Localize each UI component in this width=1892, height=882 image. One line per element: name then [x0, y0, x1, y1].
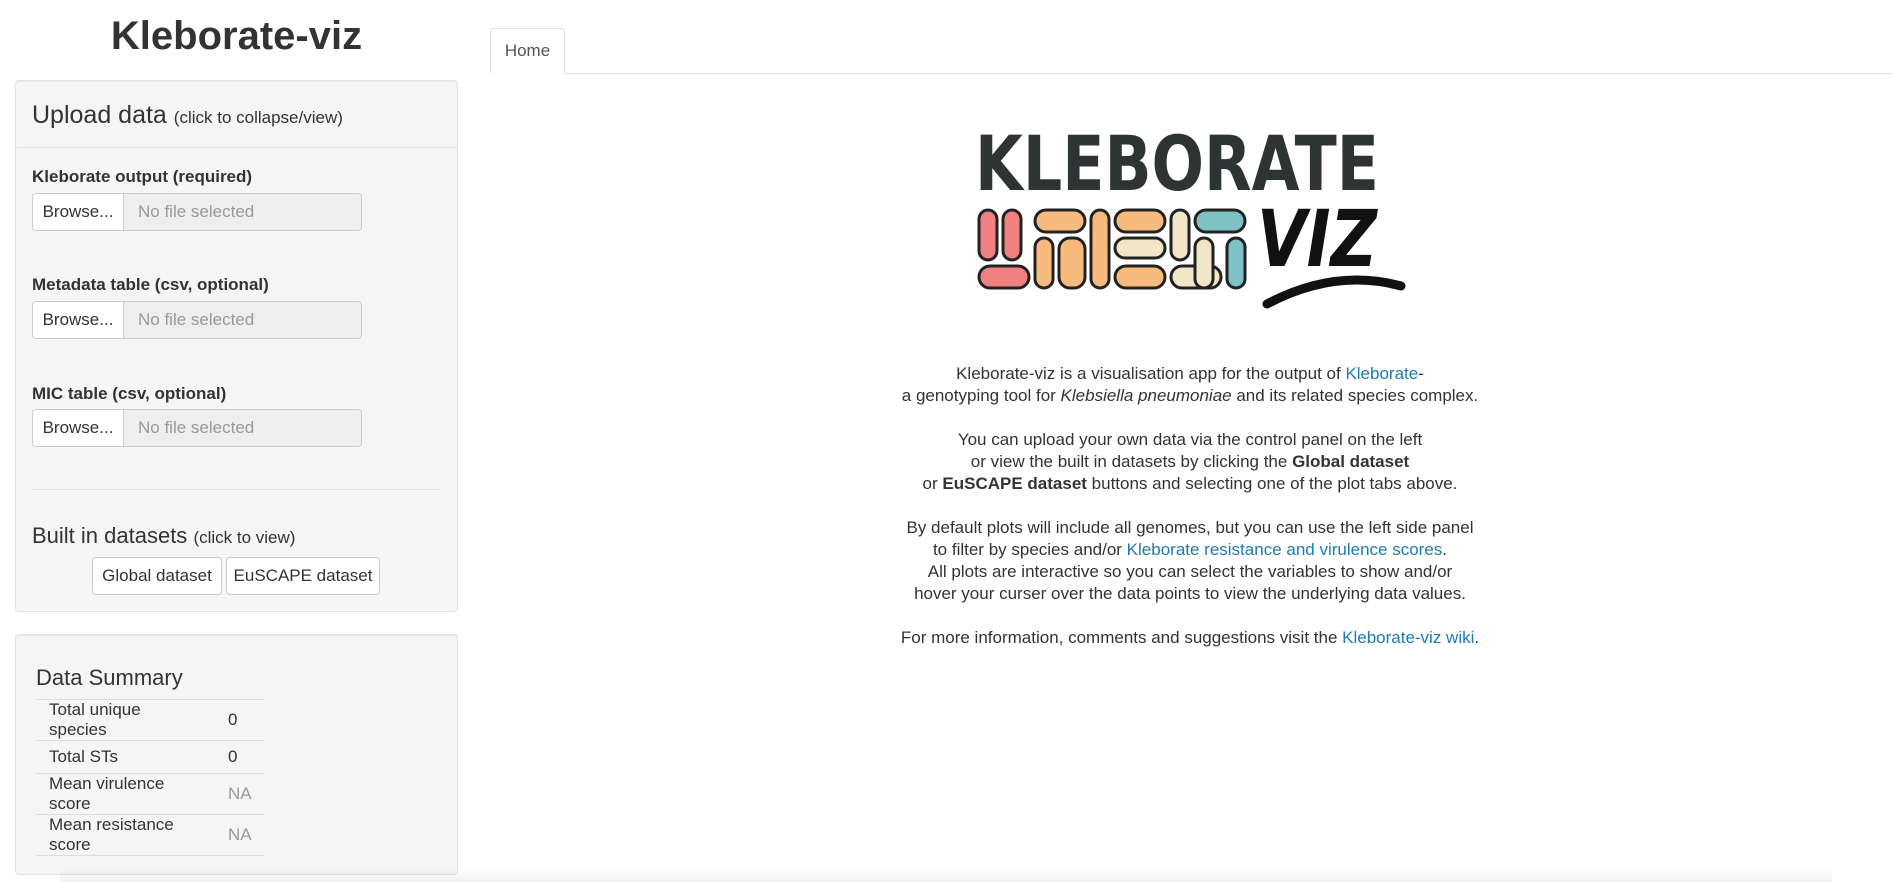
kleborate-link[interactable]: Kleborate — [1345, 364, 1418, 383]
summary-label: Total unique species — [36, 699, 215, 741]
logo-pill — [1113, 264, 1167, 290]
usage-line: You can upload your own data via the con… — [957, 430, 1423, 449]
kleborate-output-filename[interactable]: No file selected — [124, 193, 362, 231]
intro-dash: - — [1418, 364, 1424, 383]
euscape-dataset-button[interactable]: EuSCAPE dataset — [226, 557, 380, 595]
usage-paragraph: You can upload your own data via the con… — [880, 429, 1500, 495]
intro-text: and its related species complex. — [1231, 386, 1479, 405]
summary-label: Mean resistance score — [36, 814, 215, 856]
usage-text: buttons and selecting one of the plot ta… — [1086, 474, 1458, 493]
species-name: Klebsiella pneumoniae — [1060, 386, 1232, 405]
global-dataset-mention: Global dataset — [1292, 452, 1410, 471]
app-title: Kleborate-viz — [110, 14, 363, 58]
logo-pill — [1169, 208, 1191, 262]
summary-label: Mean virulence score — [36, 773, 215, 815]
kleborate-output-file-input[interactable]: Browse... No file selected — [32, 193, 362, 231]
logo-pill — [1057, 236, 1087, 290]
metadata-table-filename[interactable]: No file selected — [124, 301, 362, 339]
summary-label: Total STs — [36, 740, 215, 774]
logo-pill — [1033, 208, 1087, 234]
info-text: For more information, comments and sugge… — [900, 628, 1343, 647]
info-paragraph: For more information, comments and sugge… — [880, 627, 1500, 649]
bottom-shadow — [60, 868, 1832, 882]
data-summary-table: Total unique species 0 Total STs 0 Mean … — [36, 699, 265, 856]
builtin-datasets-heading[interactable]: Built in datasets (click to view) — [32, 523, 295, 549]
global-dataset-button[interactable]: Global dataset — [92, 557, 222, 595]
metadata-table-browse-button[interactable]: Browse... — [32, 301, 124, 339]
summary-value: 0 — [215, 699, 265, 741]
wiki-link[interactable]: Kleborate-viz wiki — [1342, 628, 1474, 647]
upload-heading-hint[interactable]: (click to collapse/view) — [174, 108, 343, 127]
mic-table-filename[interactable]: No file selected — [124, 409, 362, 447]
intro-text: Kleborate-viz is a visualisation app for… — [956, 364, 1346, 383]
upload-heading-divider — [16, 147, 457, 148]
summary-value: NA — [215, 814, 265, 856]
logo-pill — [1193, 236, 1215, 290]
mic-table-file-input[interactable]: Browse... No file selected — [32, 409, 362, 447]
upload-panel: Upload data (click to collapse/view) Kle… — [15, 80, 458, 612]
logo-pill — [1225, 236, 1247, 290]
logo-pill — [1113, 236, 1167, 260]
kleborate-output-browse-button[interactable]: Browse... — [32, 193, 124, 231]
logo-pill — [1001, 208, 1023, 262]
filter-line: All plots are interactive so you can sel… — [927, 562, 1453, 581]
table-row: Mean virulence score NA — [36, 773, 265, 815]
tab-bar-border — [490, 73, 1892, 74]
mic-table-label: MIC table (csv, optional) — [32, 384, 227, 403]
info-text: . — [1474, 628, 1480, 647]
upload-heading-text[interactable]: Upload data — [32, 101, 167, 129]
section-divider — [32, 489, 441, 490]
logo-pill — [1113, 208, 1167, 234]
tab-home[interactable]: Home — [490, 28, 565, 74]
intro-text: a genotyping tool for — [901, 386, 1061, 405]
intro-paragraph: Kleborate-viz is a visualisation app for… — [880, 363, 1500, 407]
builtin-heading-text[interactable]: Built in datasets — [32, 523, 187, 548]
logo-pill — [1033, 236, 1055, 290]
kleborate-viz-logo: KLEBORATE VIZ — [975, 119, 1406, 309]
table-row: Total unique species 0 — [36, 699, 265, 741]
logo-pill — [977, 208, 999, 262]
filter-text: . — [1442, 540, 1448, 559]
logo-viz-text: VIZ — [1257, 195, 1378, 285]
summary-value: 0 — [215, 740, 265, 774]
table-row: Mean resistance score NA — [36, 814, 265, 856]
logo-pill — [1089, 208, 1111, 290]
metadata-table-file-input[interactable]: Browse... No file selected — [32, 301, 362, 339]
euscape-dataset-mention: EuSCAPE dataset — [942, 474, 1087, 493]
data-summary-panel: Data Summary Total unique species 0 Tota… — [15, 634, 458, 875]
filter-line: hover your curser over the data points t… — [914, 584, 1466, 603]
data-summary-title: Data Summary — [36, 665, 183, 690]
usage-text: or view the built in datasets by clickin… — [970, 452, 1293, 471]
logo-pill — [1193, 208, 1247, 234]
filter-text: to filter by species and/or — [932, 540, 1127, 559]
builtin-heading-hint[interactable]: (click to view) — [193, 528, 295, 547]
logo-pill — [977, 264, 1031, 290]
usage-text: or — [922, 474, 943, 493]
table-row: Total STs 0 — [36, 740, 265, 774]
upload-heading[interactable]: Upload data (click to collapse/view) — [32, 101, 343, 130]
summary-value: NA — [215, 773, 265, 815]
filter-paragraph: By default plots will include all genome… — [880, 517, 1500, 605]
kleborate-output-label: Kleborate output (required) — [32, 167, 253, 186]
mic-table-browse-button[interactable]: Browse... — [32, 409, 124, 447]
filter-line: By default plots will include all genome… — [906, 518, 1474, 537]
metadata-table-label: Metadata table (csv, optional) — [32, 275, 269, 294]
scores-link[interactable]: Kleborate resistance and virulence score… — [1127, 540, 1443, 559]
